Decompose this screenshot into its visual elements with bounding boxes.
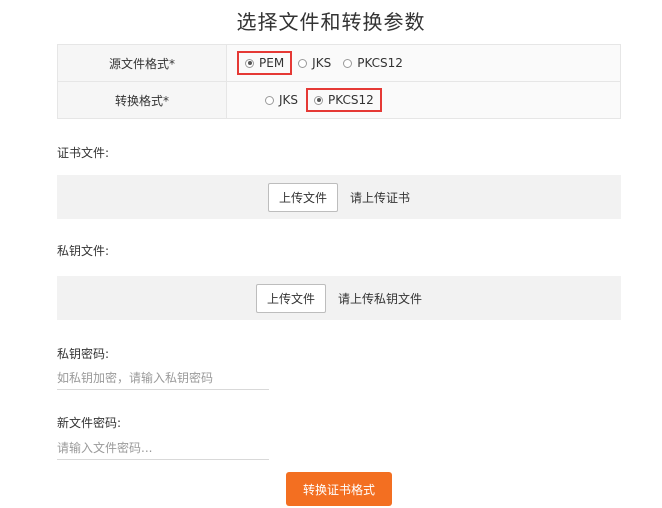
radio-checked-icon — [245, 58, 254, 68]
format-options-table: 源文件格式* PEM JKS PKCS12 转换格式* JKS PKCS12 — [57, 44, 621, 119]
new-file-password-label: 新文件密码: — [57, 416, 122, 430]
radio-unchecked-icon — [343, 58, 353, 68]
convert-certificate-button[interactable]: 转换证书格式 — [286, 472, 392, 506]
target-format-label: 转换格式* — [57, 81, 227, 119]
private-key-upload-hint: 请上传私钥文件 — [338, 291, 423, 306]
page-title: 选择文件和转换参数 — [236, 10, 426, 34]
radio-unchecked-icon — [298, 58, 308, 68]
radio-label: PKCS12 — [328, 93, 374, 107]
upload-certificate-button[interactable]: 上传文件 — [267, 182, 338, 212]
radio-unchecked-icon — [265, 95, 274, 105]
new-file-password-input[interactable] — [57, 437, 269, 460]
radio-label: PEM — [259, 56, 285, 70]
source-format-options: PEM JKS PKCS12 — [226, 44, 621, 82]
private-key-password-input[interactable] — [57, 367, 269, 390]
radio-source-pkcs12[interactable]: PKCS12 — [343, 56, 403, 70]
certificate-file-label: 证书文件: — [57, 146, 110, 160]
radio-checked-icon — [314, 95, 324, 105]
target-format-options: JKS PKCS12 — [226, 81, 621, 119]
radio-target-pkcs12[interactable]: PKCS12 — [306, 88, 382, 112]
target-format-row: 转换格式* JKS PKCS12 — [57, 81, 621, 119]
upload-private-key-button[interactable]: 上传文件 — [255, 283, 326, 313]
source-format-row: 源文件格式* PEM JKS PKCS12 — [57, 44, 621, 82]
private-key-upload-area: 上传文件 请上传私钥文件 — [57, 276, 621, 320]
radio-source-jks[interactable]: JKS — [298, 56, 331, 70]
radio-target-jks[interactable]: JKS — [265, 93, 298, 107]
radio-source-pem[interactable]: PEM — [237, 51, 293, 75]
certificate-upload-area: 上传文件 请上传证书 — [57, 175, 621, 219]
private-key-file-label: 私钥文件: — [57, 244, 110, 258]
certificate-upload-hint: 请上传证书 — [350, 190, 411, 205]
radio-label: JKS — [279, 93, 299, 107]
radio-label: JKS — [312, 56, 332, 70]
private-key-password-label: 私钥密码: — [57, 347, 110, 361]
radio-label: PKCS12 — [357, 56, 403, 70]
source-format-label: 源文件格式* — [57, 44, 227, 82]
